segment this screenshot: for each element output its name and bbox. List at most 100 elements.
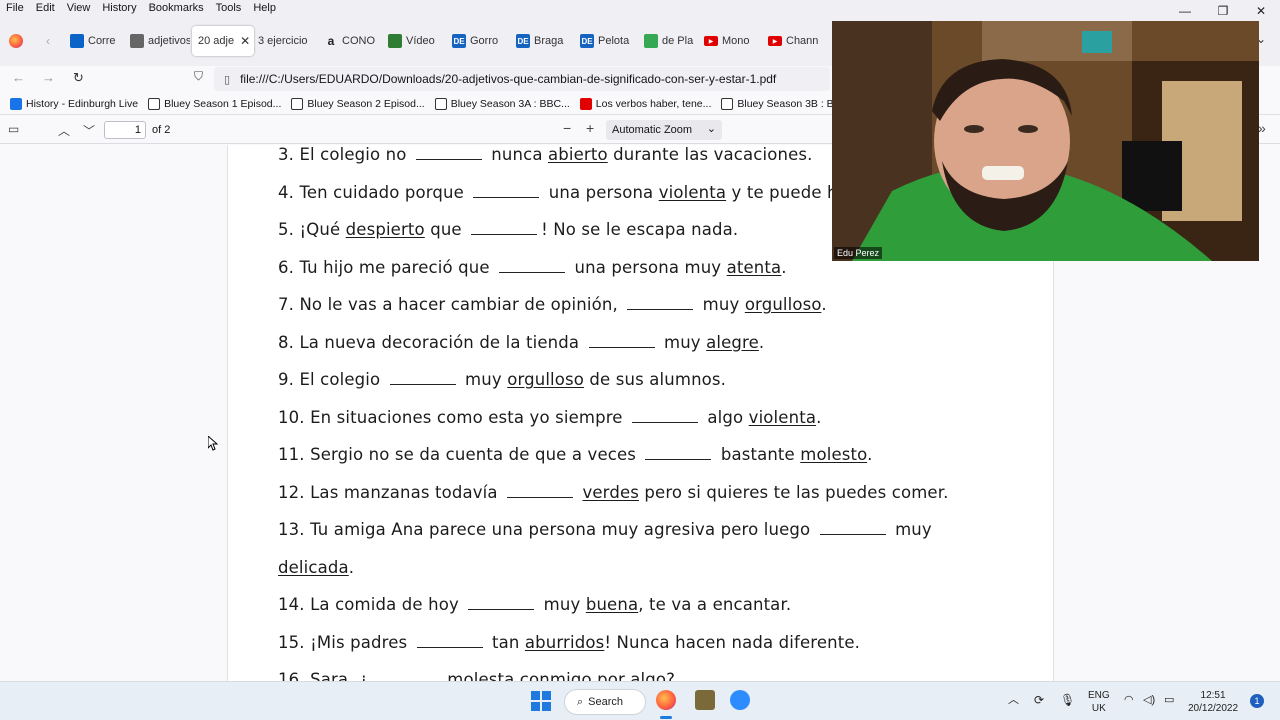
bookmark-item[interactable]: Bluey Season 1 Episod... bbox=[148, 97, 281, 110]
tab-5[interactable]: Vídeo bbox=[388, 26, 448, 56]
microphone-icon[interactable]: 🎙 bbox=[1060, 694, 1075, 707]
windows-start-icon[interactable] bbox=[531, 691, 551, 711]
fill-in-blank bbox=[632, 411, 698, 423]
close-tab-icon[interactable]: ✕ bbox=[240, 34, 250, 48]
language-indicator[interactable]: ENG UK bbox=[1088, 689, 1110, 715]
underlined-adjective: despierto bbox=[345, 220, 425, 239]
notification-badge[interactable]: 1 bbox=[1250, 694, 1264, 708]
video-call-window[interactable]: Edu Perez bbox=[832, 21, 1259, 261]
tab-2[interactable]: 20 adje ✕ bbox=[192, 26, 254, 56]
fill-in-blank bbox=[415, 148, 482, 160]
tab-label: 20 adje bbox=[198, 35, 235, 47]
exercise-text: molesta conmigo por algo? bbox=[441, 670, 676, 681]
firefox-view-icon[interactable] bbox=[9, 34, 23, 48]
tracking-shield-icon[interactable]: ⛉ bbox=[194, 69, 203, 84]
bookmark-item[interactable]: Bluey Season 3A : BBC... bbox=[434, 97, 570, 110]
menu-bookmarks[interactable]: Bookmarks bbox=[143, 2, 210, 14]
e-icon bbox=[10, 97, 22, 110]
menu-edit[interactable]: Edit bbox=[30, 2, 61, 14]
url-bar[interactable]: ▯ file:///C:/Users/EDUARDO/Downloads/20-… bbox=[214, 67, 830, 91]
exercise-line: 10. En situaciones como esta yo siempre … bbox=[278, 408, 821, 427]
tab-1[interactable]: adjetivos bbox=[130, 26, 190, 56]
exercise-text: y te puede h bbox=[726, 182, 838, 202]
bookmark-item[interactable]: Los verbos haber, tene... bbox=[579, 97, 712, 110]
tab-7[interactable]: DE Braga bbox=[516, 26, 576, 56]
fill-in-blank bbox=[645, 448, 712, 460]
fill-in-blank bbox=[507, 486, 574, 498]
tab-9[interactable]: de Pla bbox=[644, 26, 704, 56]
tab-scroll-left-icon[interactable]: ‹ bbox=[46, 34, 50, 48]
tab-4[interactable]: a CONO bbox=[324, 26, 384, 56]
underlined-adjective: orgulloso bbox=[744, 295, 822, 314]
fill-in-blank bbox=[468, 598, 535, 610]
exercise-text: ! No se le escapa nada. bbox=[541, 220, 739, 239]
wifi-icon[interactable]: ◠ bbox=[1124, 694, 1134, 707]
next-page-icon[interactable]: ﹀ bbox=[83, 122, 95, 139]
exercise-line: 9. El colegio muy orgulloso de sus alumn… bbox=[278, 370, 726, 389]
taskbar-search[interactable]: ⌕ Search bbox=[564, 689, 646, 715]
underlined-adjective: atenta bbox=[726, 257, 782, 277]
fill-in-blank bbox=[416, 636, 483, 648]
firefox-taskbar-icon[interactable] bbox=[656, 690, 676, 710]
language-code: ENG bbox=[1088, 690, 1110, 701]
menu-tools[interactable]: Tools bbox=[210, 2, 248, 14]
exercise-text: muy bbox=[658, 332, 707, 352]
sync-icon[interactable]: ⟳ bbox=[1034, 694, 1044, 707]
exercise-text: durante las vacaciones. bbox=[607, 145, 813, 164]
exercise-line: 7. No le vas a hacer cambiar de opinión,… bbox=[278, 295, 827, 314]
zoom-out-icon[interactable]: − bbox=[563, 120, 571, 136]
zoom-in-icon[interactable]: + bbox=[586, 120, 594, 136]
menu-file[interactable]: File bbox=[0, 2, 30, 14]
forward-icon[interactable]: → bbox=[42, 70, 55, 85]
exercise-line: 12. Las manzanas todavía verdes pero si … bbox=[278, 483, 949, 502]
fill-in-blank bbox=[499, 261, 566, 273]
previous-page-icon[interactable]: ︿ bbox=[58, 122, 70, 139]
exercise-line: 11. Sergio no se da cuenta de que a vece… bbox=[278, 445, 873, 464]
bookmark-item[interactable]: History - Edinburgh Live bbox=[10, 97, 138, 110]
tools-overflow-icon[interactable]: » bbox=[1258, 120, 1266, 136]
underlined-adjective: alegre bbox=[706, 332, 759, 352]
zoom-select[interactable]: Automatic Zoom ⌄ bbox=[606, 120, 722, 140]
bookmark-label: Los verbos haber, tene... bbox=[595, 97, 712, 110]
exercise-text: una persona muy bbox=[569, 257, 727, 277]
exercise-line: 4. Ten cuidado porque una persona violen… bbox=[278, 183, 838, 202]
underlined-adjective: abierto bbox=[548, 145, 608, 164]
exercise-text: . bbox=[816, 407, 822, 427]
tab-label: 3 ejercicio bbox=[258, 35, 308, 47]
bookmark-item[interactable]: Bluey Season 2 Episod... bbox=[291, 97, 425, 110]
volume-icon[interactable]: ◁) bbox=[1143, 694, 1155, 707]
underlined-adjective: orgulloso bbox=[507, 370, 585, 389]
exercise-text: ! Nunca hacen nada diferente. bbox=[604, 632, 861, 652]
tab-0[interactable]: Corre bbox=[70, 26, 130, 56]
exercise-text: 3. El colegio no bbox=[278, 145, 412, 164]
page-number-input[interactable]: 1 bbox=[104, 121, 146, 139]
clock[interactable]: 12:51 20/12/2022 bbox=[1188, 689, 1238, 715]
zoom-app-icon[interactable] bbox=[730, 690, 750, 710]
menu-help[interactable]: Help bbox=[247, 2, 282, 14]
fill-in-blank bbox=[471, 223, 538, 235]
exercise-text: 16. Sara, ¿ bbox=[278, 670, 368, 681]
menu-bar: File Edit View History Bookmarks Tools Help bbox=[0, 0, 1280, 16]
show-hidden-icons-icon[interactable]: ︿ bbox=[1008, 694, 1019, 707]
reload-icon[interactable]: ↻ bbox=[73, 70, 84, 86]
exercise-text: 13. Tu amiga Ana parece una persona muy … bbox=[278, 520, 816, 539]
de-icon: DE bbox=[452, 34, 466, 48]
taskbar: ⌕ Search ︿ ⟳ 🎙 ENG UK ◠ ◁) ▭ 12:51 20/12… bbox=[0, 681, 1280, 720]
tab-10[interactable]: ▶ Mono bbox=[704, 26, 764, 56]
underlined-adjective: violenta bbox=[748, 407, 817, 427]
tab-6[interactable]: DE Gorro bbox=[452, 26, 512, 56]
file-explorer-icon[interactable] bbox=[695, 690, 715, 710]
battery-icon[interactable]: ▭ bbox=[1164, 694, 1174, 707]
menu-history[interactable]: History bbox=[96, 2, 142, 14]
exercise-line: delicada. bbox=[278, 558, 354, 577]
sidebar-toggle-icon[interactable]: ▭ bbox=[8, 122, 19, 136]
tab-11[interactable]: ▶ Chann bbox=[768, 26, 828, 56]
back-icon[interactable]: ← bbox=[12, 70, 25, 85]
tab-3[interactable]: 3 ejercicio bbox=[258, 26, 318, 56]
exercise-text: 10. En situaciones como esta yo siempre bbox=[278, 407, 628, 427]
menu-view[interactable]: View bbox=[61, 2, 97, 14]
de-icon: DE bbox=[516, 34, 530, 48]
page-count: of 2 bbox=[152, 124, 171, 136]
participant-video bbox=[832, 21, 1259, 261]
tab-8[interactable]: DE Pelota bbox=[580, 26, 640, 56]
